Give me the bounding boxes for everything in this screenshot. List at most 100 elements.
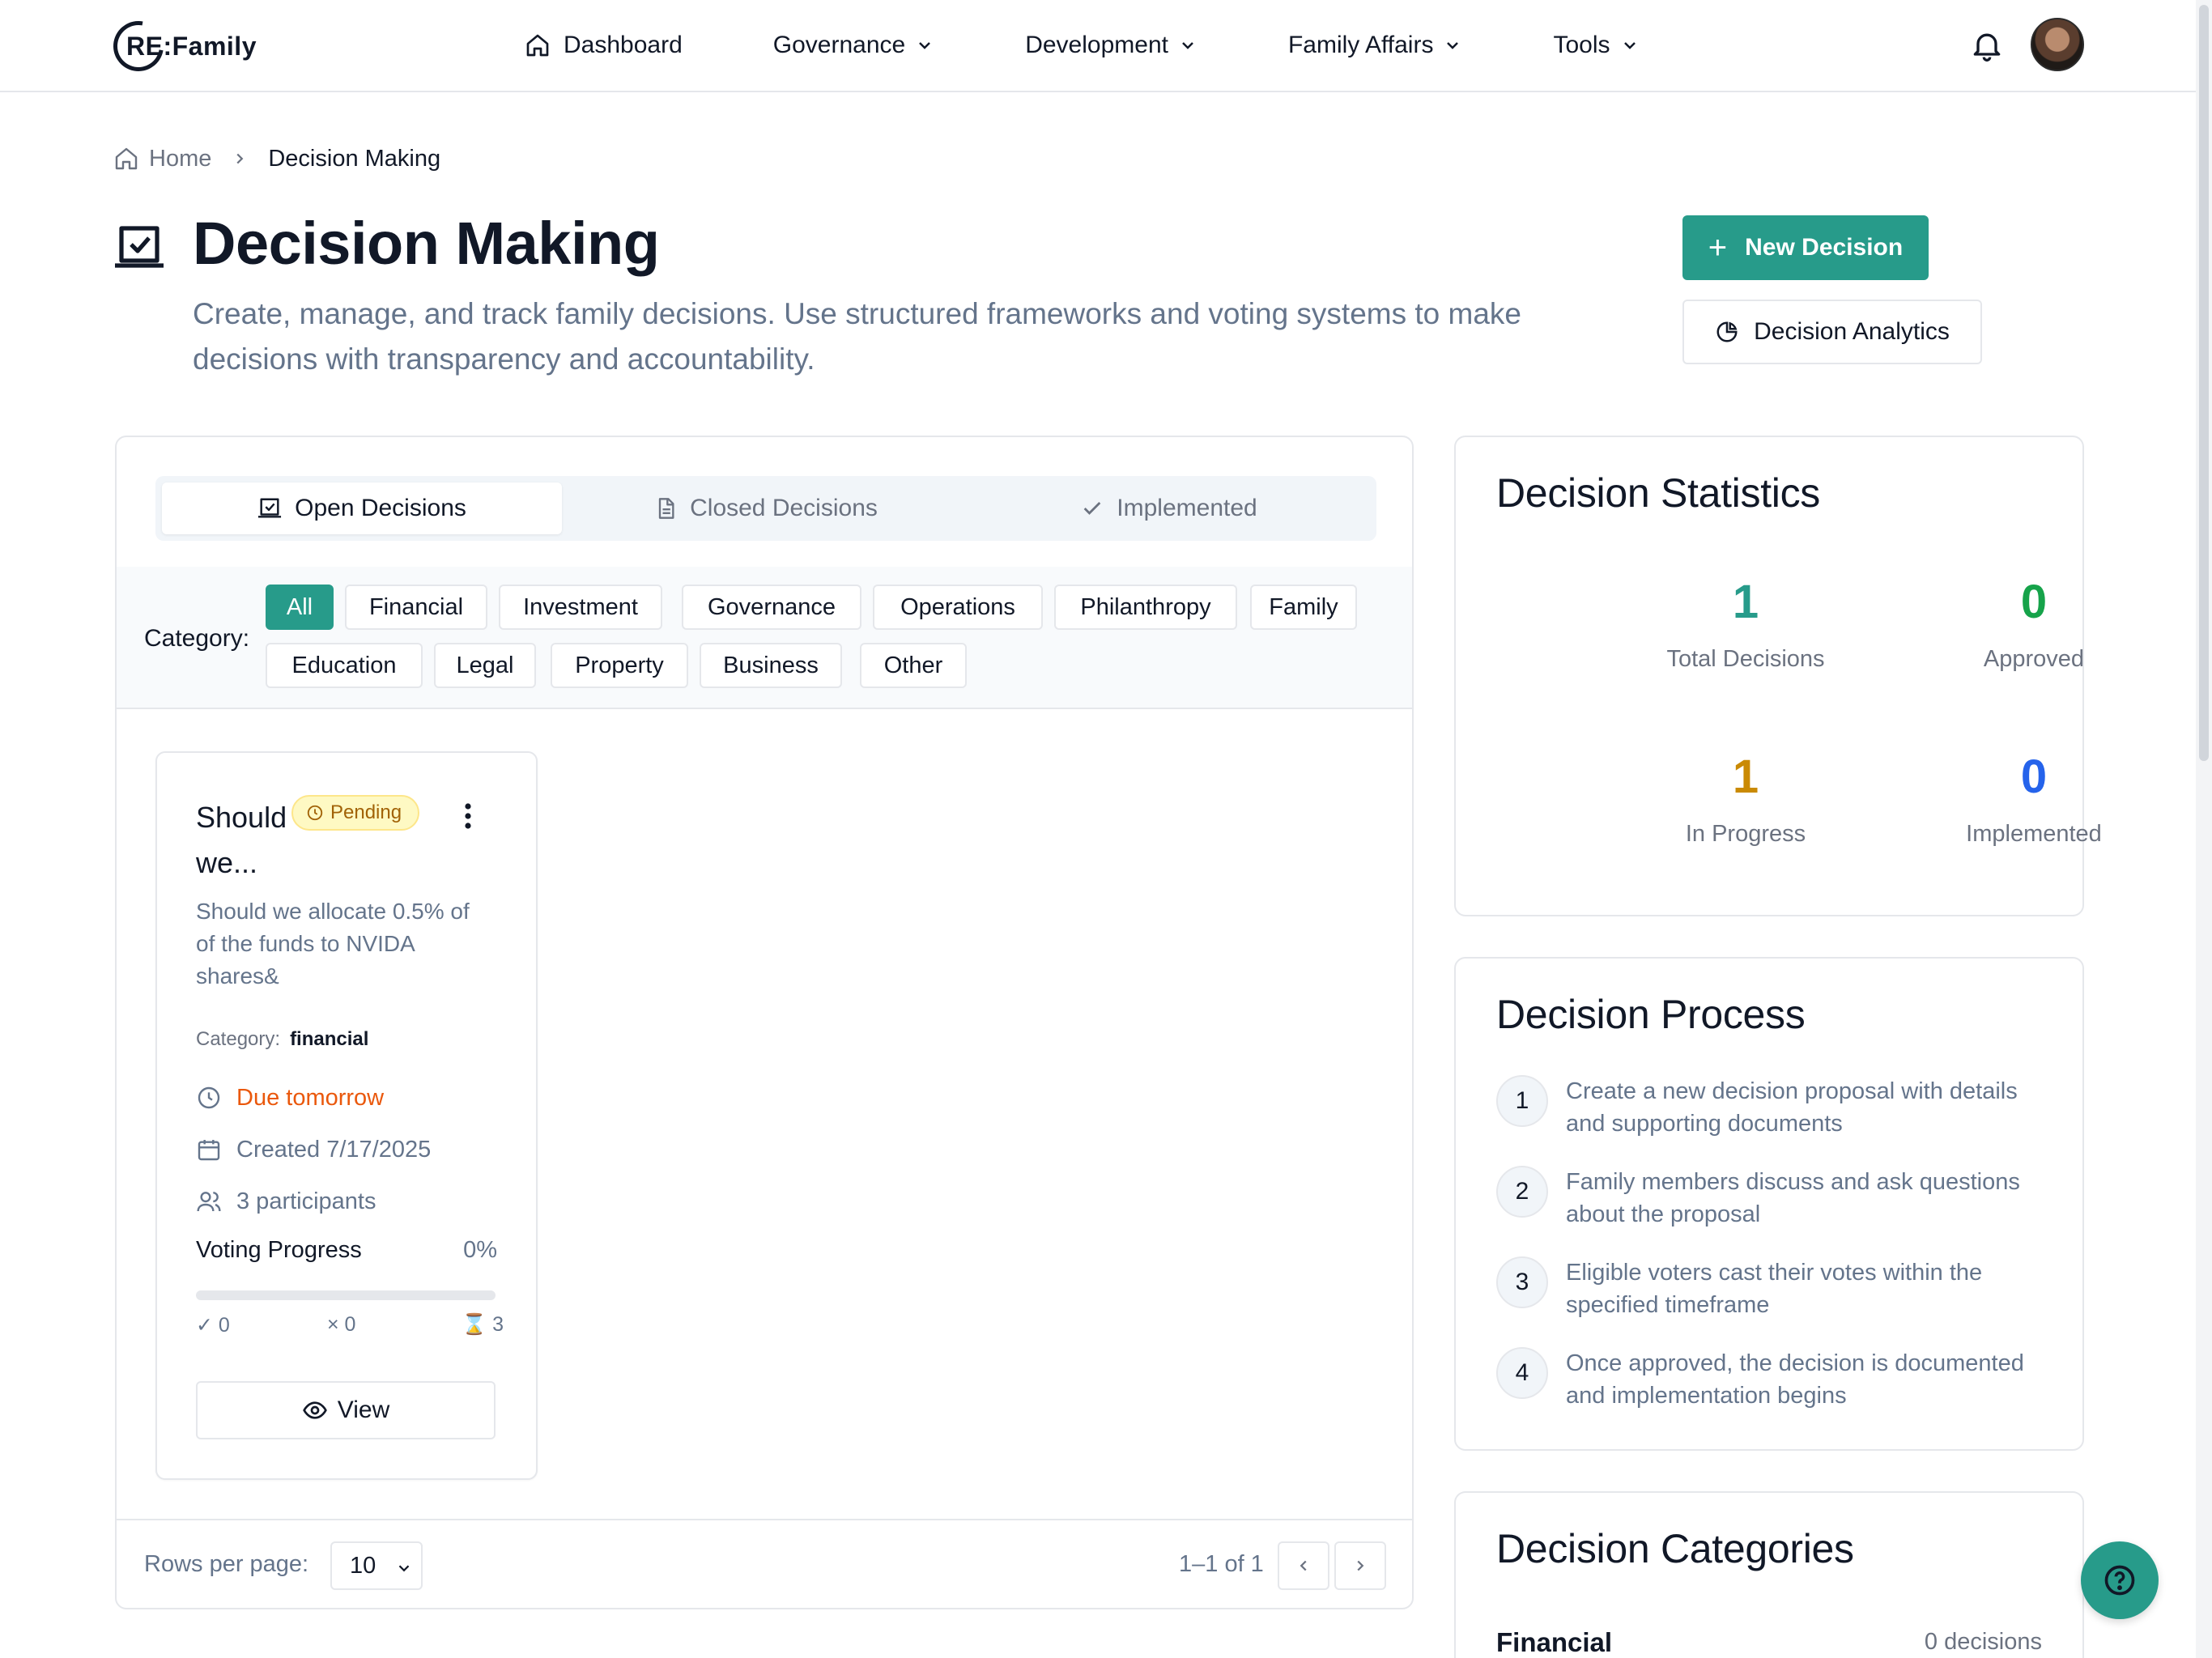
category-filter: Category: All Financial Investment Gover… — [117, 567, 1412, 709]
chip-operations[interactable]: Operations — [873, 585, 1043, 630]
decision-analytics-label: Decision Analytics — [1754, 318, 1950, 345]
decision-description: Should we allocate 0.5% of of the funds … — [196, 899, 470, 988]
decision-category-label: Category: — [196, 1028, 281, 1050]
checkbox-icon — [115, 226, 164, 268]
decision-title: Should we... — [196, 795, 301, 886]
status-badge: Pending — [291, 795, 420, 831]
stat-approved-value: 0 — [2020, 576, 2048, 628]
nav-dashboard-label: Dashboard — [564, 32, 683, 58]
decision-category: Category: financial — [196, 1028, 368, 1051]
tab-closed-decisions-label: Closed Decisions — [690, 495, 878, 521]
chip-other[interactable]: Other — [860, 643, 967, 688]
tab-implemented-label: Implemented — [1117, 495, 1257, 521]
chip-investment[interactable]: Investment — [499, 585, 662, 630]
page-title: Decision Making — [193, 210, 660, 277]
decision-tabs: Open Decisions Closed Decisions Implemen… — [155, 476, 1376, 541]
stat-implemented-label: Implemented — [1966, 821, 2102, 847]
bell-icon[interactable] — [1969, 28, 2005, 63]
breadcrumb: Home Decision Making — [113, 142, 440, 175]
nav-development-label: Development — [1025, 32, 1168, 58]
nav-development[interactable]: Development — [1025, 32, 1197, 59]
view-decision-button[interactable]: View — [196, 1381, 496, 1439]
tab-open-decisions[interactable]: Open Decisions — [162, 483, 562, 534]
hourglass-icon: ⌛ — [462, 1313, 487, 1336]
decision-title-line-2: we... — [196, 846, 258, 879]
votes-yes: ✓ 0 — [196, 1314, 230, 1337]
kebab-icon[interactable] — [458, 801, 478, 831]
top-navigation-bar: RE:Family Dashboard Governance Developme… — [0, 0, 2212, 92]
decision-analytics-button[interactable]: Decision Analytics — [1682, 300, 1982, 364]
stat-in-progress-label: In Progress — [1685, 821, 1806, 847]
main-nav: Dashboard Governance Development Family … — [525, 23, 1640, 68]
nav-tools[interactable]: Tools — [1553, 32, 1639, 59]
app-logo[interactable]: RE:Family — [103, 11, 256, 82]
decision-card[interactable]: Should we... Pending Should we allocate … — [155, 751, 538, 1480]
next-page-button[interactable] — [1334, 1541, 1386, 1590]
chevron-down-icon — [1623, 42, 1636, 49]
chevron-down-icon — [919, 42, 931, 49]
nav-governance[interactable]: Governance — [773, 32, 934, 59]
process-card: Decision Process 1 Create a new decision… — [1454, 957, 2084, 1451]
home-icon — [115, 147, 138, 170]
chip-philanthropy[interactable]: Philanthropy — [1054, 585, 1237, 630]
breadcrumb-home[interactable]: Home — [149, 146, 211, 172]
pagination-bar: Rows per page: 10 1–1 of 1 — [117, 1519, 1412, 1609]
step-number: 2 — [1496, 1166, 1548, 1218]
logo-text: RE:Family — [126, 31, 257, 61]
decision-title-line-1: Should — [196, 801, 287, 834]
decision-category-value: financial — [290, 1028, 369, 1050]
categories-title: Decision Categories — [1496, 1526, 1854, 1571]
calendar-icon — [198, 1140, 220, 1161]
clock-icon — [198, 1086, 220, 1109]
chip-education[interactable]: Education — [266, 643, 423, 688]
chip-business[interactable]: Business — [700, 643, 842, 688]
chevron-down-icon — [1447, 42, 1459, 49]
decision-due-text: Due tomorrow — [236, 1084, 385, 1111]
nav-tools-label: Tools — [1553, 32, 1610, 58]
eye-icon — [302, 1401, 327, 1419]
decision-participants: 3 participants — [196, 1185, 376, 1218]
home-icon — [526, 34, 549, 57]
step-text: Once approved, the decision is documente… — [1566, 1350, 2024, 1409]
tab-implemented[interactable]: Implemented — [968, 483, 1370, 534]
statistics-card: Decision Statistics 1 Total Decisions 0 … — [1454, 436, 2102, 916]
breadcrumb-current: Decision Making — [268, 145, 441, 172]
nav-family-affairs[interactable]: Family Affairs — [1288, 32, 1463, 59]
step-number: 4 — [1496, 1347, 1548, 1399]
new-decision-button[interactable]: + New Decision — [1682, 215, 1929, 280]
document-icon — [658, 498, 674, 519]
votes-no-count: 0 — [344, 1313, 356, 1336]
voting-progress-percent: 0% — [463, 1237, 497, 1263]
page-description: Create, manage, and track family decisio… — [193, 297, 1522, 376]
decision-created-text: Created 7/17/2025 — [236, 1136, 432, 1163]
chevron-right-icon — [1357, 1560, 1364, 1571]
chip-financial[interactable]: Financial — [345, 585, 487, 630]
scrollbar-thumb[interactable] — [2199, 5, 2209, 761]
stat-total-value: 1 — [1732, 576, 1759, 628]
category-row-name: Financial — [1496, 1627, 1613, 1657]
chip-governance[interactable]: Governance — [682, 585, 861, 630]
categories-card: Decision Categories Financial 0 decision… — [1454, 1491, 2084, 1658]
voting-progress-bar — [196, 1290, 496, 1300]
chip-all[interactable]: All — [266, 585, 334, 630]
chip-family[interactable]: Family — [1250, 585, 1357, 630]
nav-dashboard[interactable]: Dashboard — [525, 32, 683, 59]
user-avatar[interactable] — [2031, 18, 2084, 71]
chip-legal[interactable]: Legal — [434, 643, 536, 688]
view-decision-label: View — [337, 1397, 390, 1423]
stat-implemented-value: 0 — [2020, 750, 2048, 803]
clock-icon — [307, 805, 323, 821]
chip-property[interactable]: Property — [551, 643, 688, 688]
rows-per-page-select[interactable]: 10 — [330, 1541, 423, 1590]
step-number: 1 — [1496, 1075, 1548, 1127]
stat-total-label: Total Decisions — [1666, 646, 1825, 672]
tab-closed-decisions[interactable]: Closed Decisions — [565, 483, 967, 534]
step-text: Create a new decision proposal with deta… — [1566, 1078, 2018, 1137]
stat-in-progress-value: 1 — [1732, 750, 1759, 803]
new-decision-label: New Decision — [1745, 234, 1904, 261]
votes-no: × 0 — [327, 1313, 356, 1336]
nav-family-affairs-label: Family Affairs — [1287, 32, 1434, 58]
previous-page-button[interactable] — [1278, 1541, 1329, 1590]
decision-participants-text: 3 participants — [236, 1188, 376, 1214]
help-button[interactable] — [2081, 1541, 2159, 1619]
